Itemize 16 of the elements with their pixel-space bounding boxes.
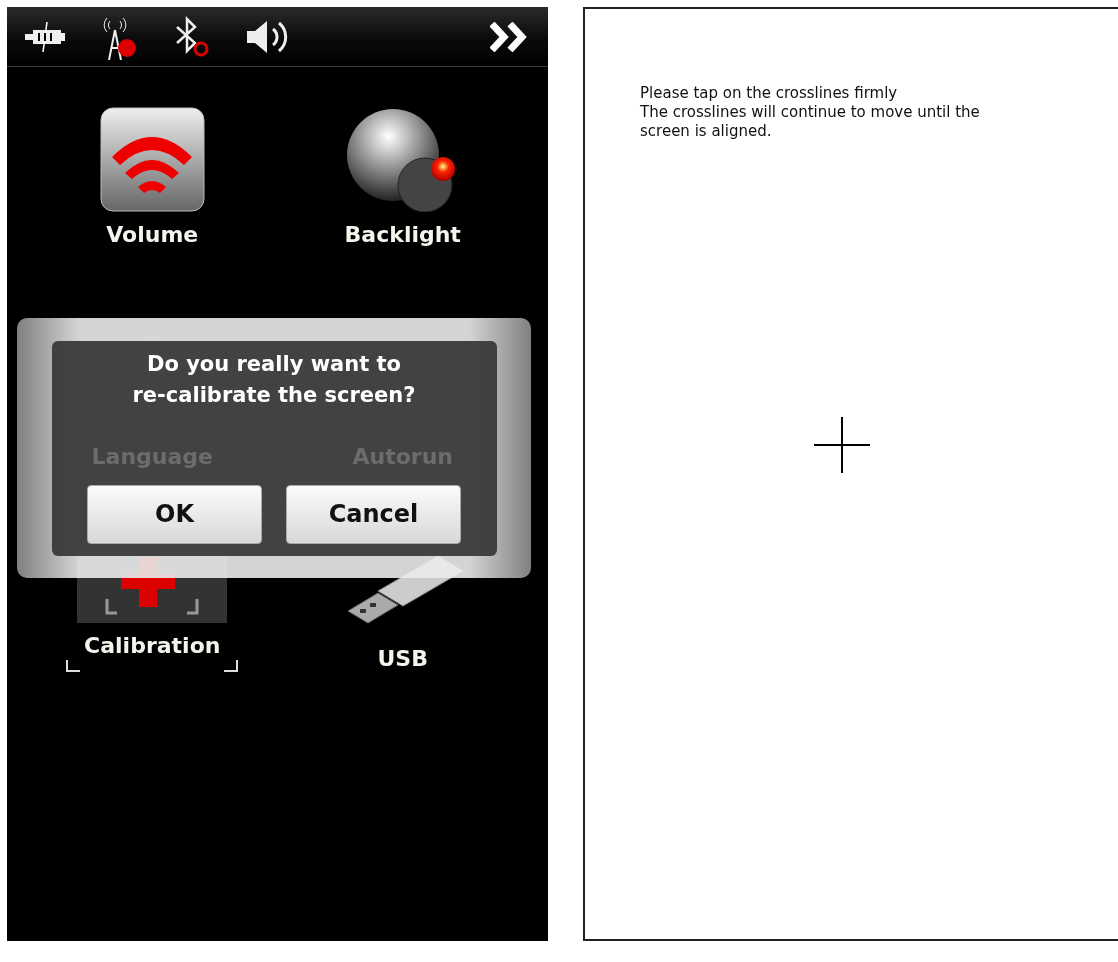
tile[interactable]: Volume: [66, 107, 239, 261]
tile[interactable]: Backlight: [316, 107, 489, 261]
instruction-text: Please tap on the crosslines firmly: [640, 84, 899, 103]
selection-corner: [224, 660, 239, 672]
tile-label: Calibration: [84, 633, 221, 658]
selection-corner: [66, 660, 81, 672]
instruction-text: The crosslines will continue to move until the screen is aligned.: [640, 103, 981, 141]
dialog-message: Do you really want to re-calibrate the screen?: [131, 350, 417, 409]
wifi-waves-icon: [99, 107, 205, 212]
tile-label: USB: [377, 646, 428, 671]
dialog-button[interactable]: OK: [87, 484, 262, 544]
dialog-button[interactable]: Cancel: [286, 484, 461, 544]
tile-label: Volume: [106, 222, 199, 247]
plug-icon: [23, 21, 67, 52]
crosshair-icon: [813, 417, 870, 473]
tile-label: Backlight: [344, 222, 461, 247]
